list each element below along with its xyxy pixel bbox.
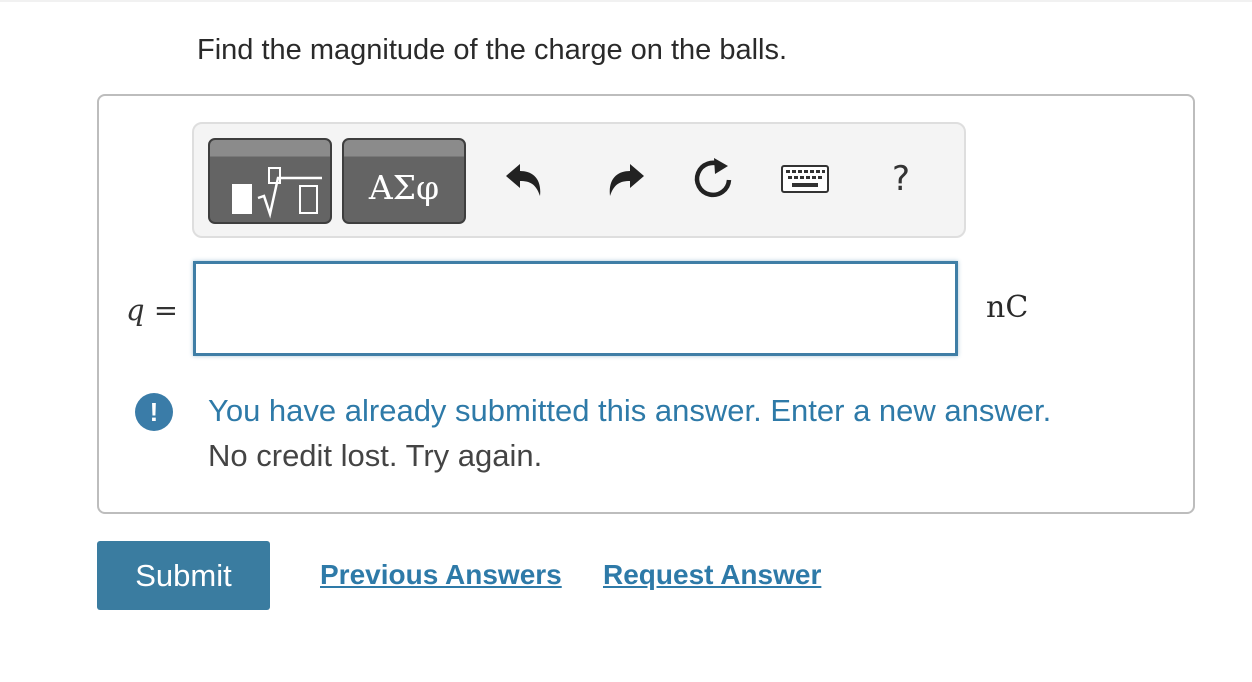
reset-icon[interactable] <box>688 154 738 204</box>
variable-label: q = <box>126 290 178 330</box>
templates-root-icon <box>232 167 322 219</box>
greek-symbols-label: ΑΣφ <box>368 168 440 207</box>
top-divider <box>0 0 1252 2</box>
feedback-message: You have already submitted this answer. … <box>208 393 1052 428</box>
greek-symbols-button[interactable]: ΑΣφ <box>342 138 466 224</box>
submit-button[interactable]: Submit <box>97 541 270 610</box>
redo-icon[interactable] <box>598 154 648 204</box>
math-toolbar: ΑΣφ ? <box>192 122 966 238</box>
answer-input[interactable] <box>193 261 958 356</box>
keyboard-icon[interactable] <box>780 154 830 204</box>
question-prompt: Find the magnitude of the charge on the … <box>197 34 788 66</box>
request-answer-link[interactable]: Request Answer <box>603 556 821 594</box>
undo-icon[interactable] <box>502 154 552 204</box>
unit-label: nC <box>986 290 1029 325</box>
help-button[interactable]: ? <box>882 154 920 204</box>
variable-symbol: q <box>126 293 145 327</box>
equals-sign: = <box>153 293 179 327</box>
previous-answers-link[interactable]: Previous Answers <box>320 556 562 594</box>
alert-icon: ! <box>135 393 173 431</box>
feedback-detail: No credit lost. Try again. <box>208 438 543 473</box>
templates-button[interactable] <box>208 138 332 224</box>
